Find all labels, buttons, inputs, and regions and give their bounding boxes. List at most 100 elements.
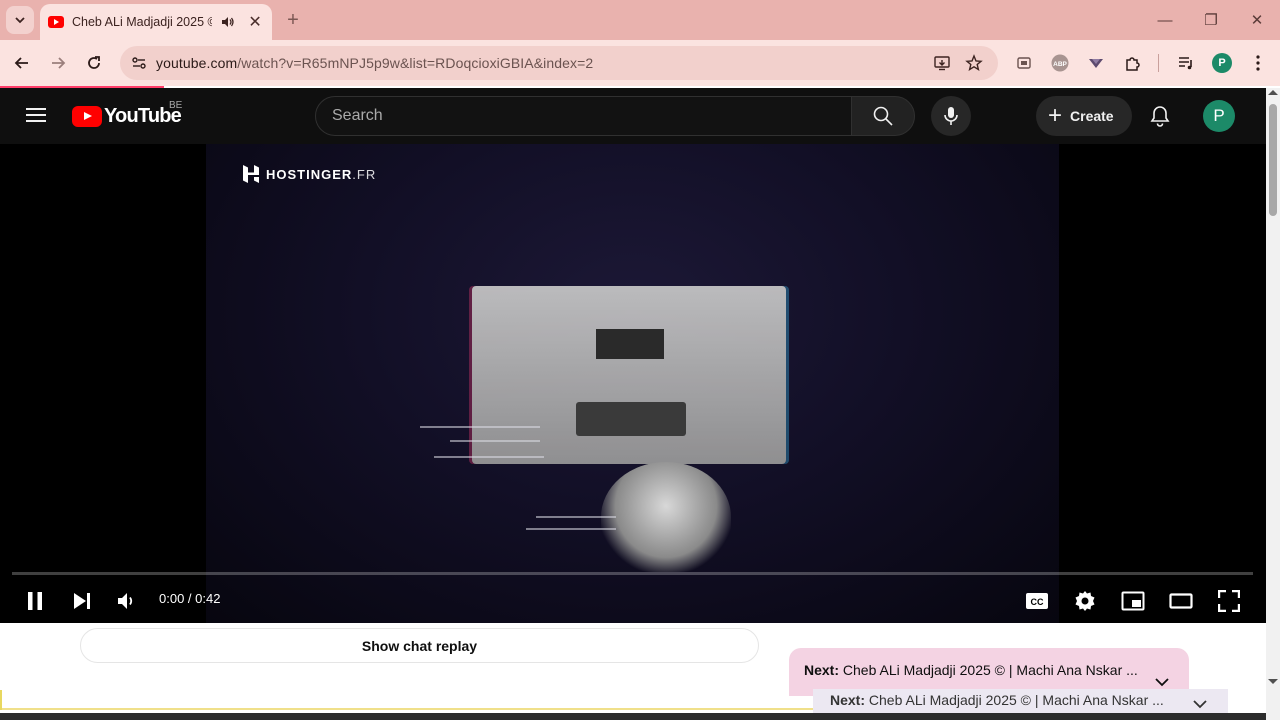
scrollbar-thumb[interactable]	[1269, 104, 1277, 216]
video-scene-person	[601, 462, 731, 572]
search-icon	[873, 106, 893, 126]
browser-profile-avatar[interactable]: P	[1212, 53, 1232, 73]
tab-close-button[interactable]: ✕	[246, 13, 264, 31]
search-input[interactable]: Search	[315, 96, 852, 136]
notifications-button[interactable]	[1146, 102, 1174, 130]
back-arrow-icon	[14, 57, 28, 69]
chevron-down-icon	[15, 17, 25, 24]
url-host: youtube.com	[156, 55, 238, 71]
tab-search-button[interactable]	[6, 6, 34, 34]
miniplayer-button[interactable]	[1117, 585, 1149, 617]
extensions-icon[interactable]	[1122, 52, 1144, 74]
chevron-down-icon	[1193, 700, 1207, 709]
miniplayer-icon	[1121, 591, 1145, 611]
create-button[interactable]: + Create	[1036, 96, 1132, 136]
kebab-menu-icon[interactable]	[1247, 52, 1269, 74]
media-controls-icon[interactable]	[1175, 52, 1197, 74]
youtube-favicon-icon	[48, 16, 64, 28]
captions-button[interactable]: CC	[1021, 585, 1053, 617]
hostinger-logo-icon	[243, 165, 259, 183]
adblock-icon[interactable]: ABP	[1049, 52, 1071, 74]
install-app-icon[interactable]	[932, 53, 952, 73]
video-scene-monitor	[596, 329, 664, 359]
settings-button[interactable]	[1069, 585, 1101, 617]
url-text: youtube.com/watch?v=R65mNPJ5p9w&list=RDo…	[156, 55, 593, 71]
audio-playing-icon[interactable]	[220, 14, 236, 30]
next-title: Cheb ALi Madjadji 2025 © | Machi Ana Nsk…	[842, 662, 1138, 678]
tab-strip: Cheb ALi Madjadji 2025 © | ✕ + — ❐ ✕	[0, 0, 1280, 40]
taskbar-peek	[0, 713, 1280, 720]
restore-button[interactable]: ❐	[1199, 8, 1223, 32]
voice-search-button[interactable]	[931, 96, 971, 136]
video-scene-desk	[472, 286, 786, 464]
video-glitch-line	[434, 456, 544, 458]
create-label: Create	[1070, 108, 1114, 124]
address-bar[interactable]: youtube.com/watch?v=R65mNPJ5p9w&list=RDo…	[120, 46, 998, 80]
bookmark-star-icon[interactable]	[964, 53, 984, 73]
cast-icon[interactable]	[1013, 52, 1035, 74]
country-code: BE	[169, 100, 183, 111]
focus-outline	[0, 708, 813, 710]
account-avatar[interactable]: P	[1203, 100, 1235, 132]
next-ghost-title: Cheb ALi Madjadji 2025 © | Machi Ana Nsk…	[868, 692, 1164, 708]
hamburger-icon[interactable]	[24, 104, 48, 128]
back-button[interactable]	[8, 49, 36, 77]
page-scrollbar[interactable]	[1266, 88, 1280, 720]
scroll-up-arrow-icon[interactable]	[1268, 90, 1278, 95]
minimize-button[interactable]: —	[1153, 8, 1177, 32]
time-total: 0:42	[195, 591, 221, 606]
toolbar-separator	[1158, 54, 1159, 72]
sponsor-name: HOSTINGER	[266, 166, 353, 182]
video-glitch-line	[536, 516, 616, 518]
time-display: 0:00 / 0:42	[159, 591, 220, 606]
show-chat-replay-button[interactable]: Show chat replay	[80, 628, 759, 663]
youtube-play-logo-icon	[72, 105, 102, 127]
progress-bar[interactable]	[12, 572, 1253, 575]
new-tab-button[interactable]: +	[282, 9, 304, 31]
bell-icon	[1150, 106, 1170, 127]
sponsor-tld: .FR	[352, 166, 377, 182]
sponsor-logo: HOSTINGER .FR	[242, 164, 376, 184]
mic-icon	[944, 107, 958, 125]
site-info-icon[interactable]	[122, 46, 156, 80]
captions-icon: CC	[1026, 593, 1048, 609]
video-glitch-line	[420, 426, 540, 428]
settings-gear-icon	[1075, 591, 1095, 611]
youtube-header: YouTube BE Search + Create P	[0, 88, 1266, 144]
next-ghost-label: Next:	[830, 692, 866, 708]
theater-icon	[1169, 593, 1193, 609]
next-icon	[74, 593, 90, 609]
video-frame[interactable]: HOSTINGER .FR	[206, 144, 1059, 623]
focus-outline-edge	[0, 690, 2, 710]
video-glitch-line	[450, 440, 540, 442]
svg-text:ABP: ABP	[1053, 61, 1067, 68]
mute-button[interactable]	[111, 585, 143, 617]
browser-toolbar: youtube.com/watch?v=R65mNPJ5p9w&list=RDo…	[0, 40, 1280, 86]
theater-mode-button[interactable]	[1165, 585, 1197, 617]
next-label: Next:	[804, 662, 840, 678]
pause-button[interactable]	[19, 585, 51, 617]
forward-arrow-icon	[52, 57, 66, 69]
forward-button[interactable]	[44, 49, 72, 77]
reload-icon	[88, 56, 100, 69]
tab-title: Cheb ALi Madjadji 2025 © |	[72, 15, 213, 29]
volume-icon	[118, 593, 133, 609]
screen: Cheb ALi Madjadji 2025 © | ✕ + — ❐ ✕ you…	[0, 0, 1280, 720]
time-separator: /	[184, 591, 196, 606]
fullscreen-button[interactable]	[1213, 585, 1245, 617]
time-current: 0:00	[159, 591, 185, 606]
video-player[interactable]: HOSTINGER .FR 0:00 / 0:42 CC	[0, 144, 1266, 623]
youtube-logo[interactable]: YouTube	[72, 105, 182, 127]
video-glitch-line	[526, 528, 616, 530]
fullscreen-icon	[1218, 590, 1240, 612]
url-path: /watch?v=R65mNPJ5p9w&list=RDoqcioxiGBIA&…	[237, 55, 594, 71]
svg-text:CC: CC	[1031, 597, 1044, 607]
plus-icon: +	[1048, 102, 1063, 129]
scroll-down-arrow-icon[interactable]	[1268, 679, 1278, 684]
active-tab[interactable]: Cheb ALi Madjadji 2025 © | ✕	[40, 4, 272, 40]
search-button[interactable]	[851, 96, 915, 136]
reload-button[interactable]	[80, 49, 108, 77]
window-close-button[interactable]: ✕	[1245, 8, 1269, 32]
vpn-icon[interactable]	[1085, 52, 1107, 74]
next-video-button[interactable]	[66, 585, 98, 617]
